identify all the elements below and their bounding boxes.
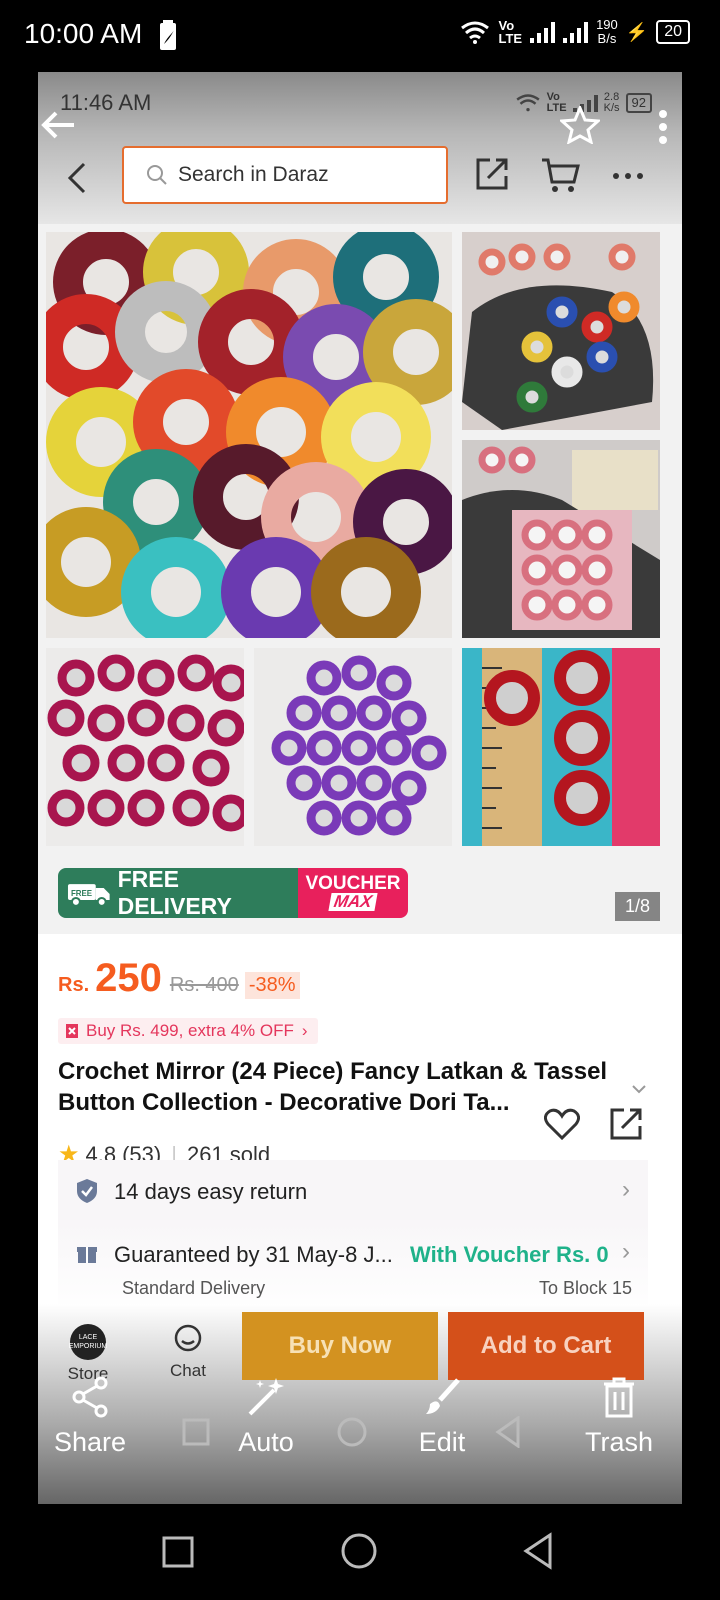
inner-battery-level: 92 <box>625 93 652 113</box>
product-image-main[interactable] <box>46 232 452 638</box>
buy-now-label: Buy Now <box>288 1332 392 1359</box>
screenshot-editor-toolbar: Share Auto Edit Trash <box>38 1372 682 1504</box>
app-header: Search in Daraz <box>38 132 682 224</box>
home-button[interactable] <box>340 1532 378 1570</box>
more-vertical-icon[interactable] <box>658 110 668 144</box>
system-nav-bar <box>0 1504 720 1600</box>
signal-icon-2 <box>563 21 589 43</box>
auto-label: Auto <box>238 1427 294 1457</box>
chevron-right-icon: › <box>622 1176 630 1203</box>
share-button[interactable]: Share <box>48 1376 132 1458</box>
add-to-cart-button[interactable]: Add to Cart <box>448 1312 644 1380</box>
shield-icon <box>77 1179 97 1203</box>
voucher-line2: MAX <box>328 892 378 911</box>
heart-icon[interactable] <box>544 1108 580 1140</box>
search-placeholder: Search in Daraz <box>178 163 329 186</box>
square-ghost-icon <box>182 1418 210 1446</box>
back-button[interactable] <box>522 1532 554 1570</box>
trash-icon <box>604 1377 634 1418</box>
image-page-counter: 1/8 <box>614 892 660 921</box>
product-image-thumb-3[interactable] <box>46 648 244 846</box>
charging-icon: ⚡ <box>625 21 649 42</box>
signal-icon <box>530 21 556 43</box>
discount-badge: -38% <box>244 972 300 999</box>
product-image-thumb-5[interactable] <box>462 648 660 846</box>
share-nodes-icon <box>72 1376 108 1418</box>
coupon-icon <box>66 1024 78 1038</box>
price-row: Rs. 250 Rs. 400 -38% <box>58 956 300 1001</box>
delivery-destination: To Block 15 <box>538 1278 632 1298</box>
chat-icon <box>174 1324 202 1352</box>
trash-label: Trash <box>584 1427 653 1457</box>
triangle-ghost-icon <box>495 1416 520 1448</box>
share-product-icon[interactable] <box>608 1106 644 1142</box>
product-image-thumb-1[interactable] <box>462 232 660 430</box>
edit-button[interactable]: Edit <box>400 1376 484 1458</box>
wand-icon <box>248 1378 284 1416</box>
chevron-down-icon[interactable] <box>632 1084 646 1094</box>
return-policy-row[interactable]: 14 days easy return › <box>58 1160 648 1222</box>
add-to-cart-label: Add to Cart <box>480 1332 612 1359</box>
auto-button[interactable]: Auto <box>224 1376 308 1458</box>
net-lte: LTE <box>498 31 523 46</box>
delivery-row[interactable]: Guaranteed by 31 May-8 J... With Voucher… <box>58 1222 648 1316</box>
status-right-cluster: Vo LTE 190 B/s ⚡ 20 <box>460 18 690 46</box>
trash-button[interactable]: Trash <box>574 1376 664 1458</box>
star-icon[interactable] <box>560 106 600 144</box>
delivery-guarantee-text: Guaranteed by 31 May-8 J... <box>114 1242 393 1267</box>
device-status-bar: 10:00 AM Vo LTE 190 B/s ⚡ 20 <box>0 0 720 72</box>
more-horizontal-icon[interactable] <box>612 172 644 180</box>
gift-icon <box>77 1247 97 1263</box>
inner-speed-unit: K/s <box>603 102 620 114</box>
edit-label: Edit <box>418 1427 466 1457</box>
return-policy-text: 14 days easy return <box>114 1179 308 1204</box>
delivery-type: Standard Delivery <box>122 1278 266 1298</box>
current-price: 250 <box>95 956 162 1000</box>
product-image-thumb-2[interactable] <box>462 440 660 638</box>
wifi-icon <box>461 21 490 44</box>
share-icon[interactable] <box>474 156 510 192</box>
product-gallery[interactable]: FREE FREE DELIVERY VOUCHER MAX 1/8 <box>38 224 682 934</box>
cart-icon[interactable] <box>540 156 580 194</box>
search-input[interactable]: Search in Daraz <box>122 146 448 204</box>
buy-now-button[interactable]: Buy Now <box>242 1312 438 1380</box>
delivery-truck-icon: FREE <box>67 884 110 907</box>
chevron-left-icon[interactable] <box>66 162 90 194</box>
circle-ghost-icon <box>337 1417 367 1447</box>
back-arrow-icon[interactable] <box>40 110 76 140</box>
chevron-right-icon: › <box>622 1238 630 1265</box>
free-delivery-banner: FREE FREE DELIVERY VOUCHER MAX <box>58 868 408 918</box>
net-speed-value: 190 <box>596 17 618 32</box>
free-delivery-label: FREE DELIVERY <box>117 868 232 918</box>
original-price: Rs. 400 <box>169 974 239 996</box>
battery-level: 20 <box>656 20 690 44</box>
search-icon <box>147 165 167 185</box>
promo-tag[interactable]: Buy Rs. 499, extra 4% OFF › <box>58 1018 318 1044</box>
product-image-thumb-4[interactable] <box>254 648 452 846</box>
net-speed-unit: B/s <box>597 31 617 46</box>
status-time: 10:00 AM <box>24 18 143 49</box>
voucher-text: With Voucher Rs. 0 <box>410 1242 609 1267</box>
inner-wifi-icon <box>516 94 540 112</box>
battery-saver-icon <box>160 20 176 50</box>
promo-text: Buy Rs. 499, extra 4% OFF <box>86 1021 294 1040</box>
currency-symbol: Rs. <box>58 974 90 996</box>
recents-button[interactable] <box>162 1536 194 1568</box>
voucher-line1: VOUCHER <box>305 873 401 894</box>
chevron-right-icon: › <box>301 1021 308 1040</box>
brush-icon <box>426 1378 460 1414</box>
store-logo: LACE EMPORIUM <box>69 1324 107 1360</box>
free-tag: FREE <box>71 889 92 898</box>
share-label: Share <box>53 1427 127 1457</box>
screenshot-viewer: 11:46 AM Vo LTE 2.8 K/s 92 Search in Dar… <box>38 72 682 1504</box>
